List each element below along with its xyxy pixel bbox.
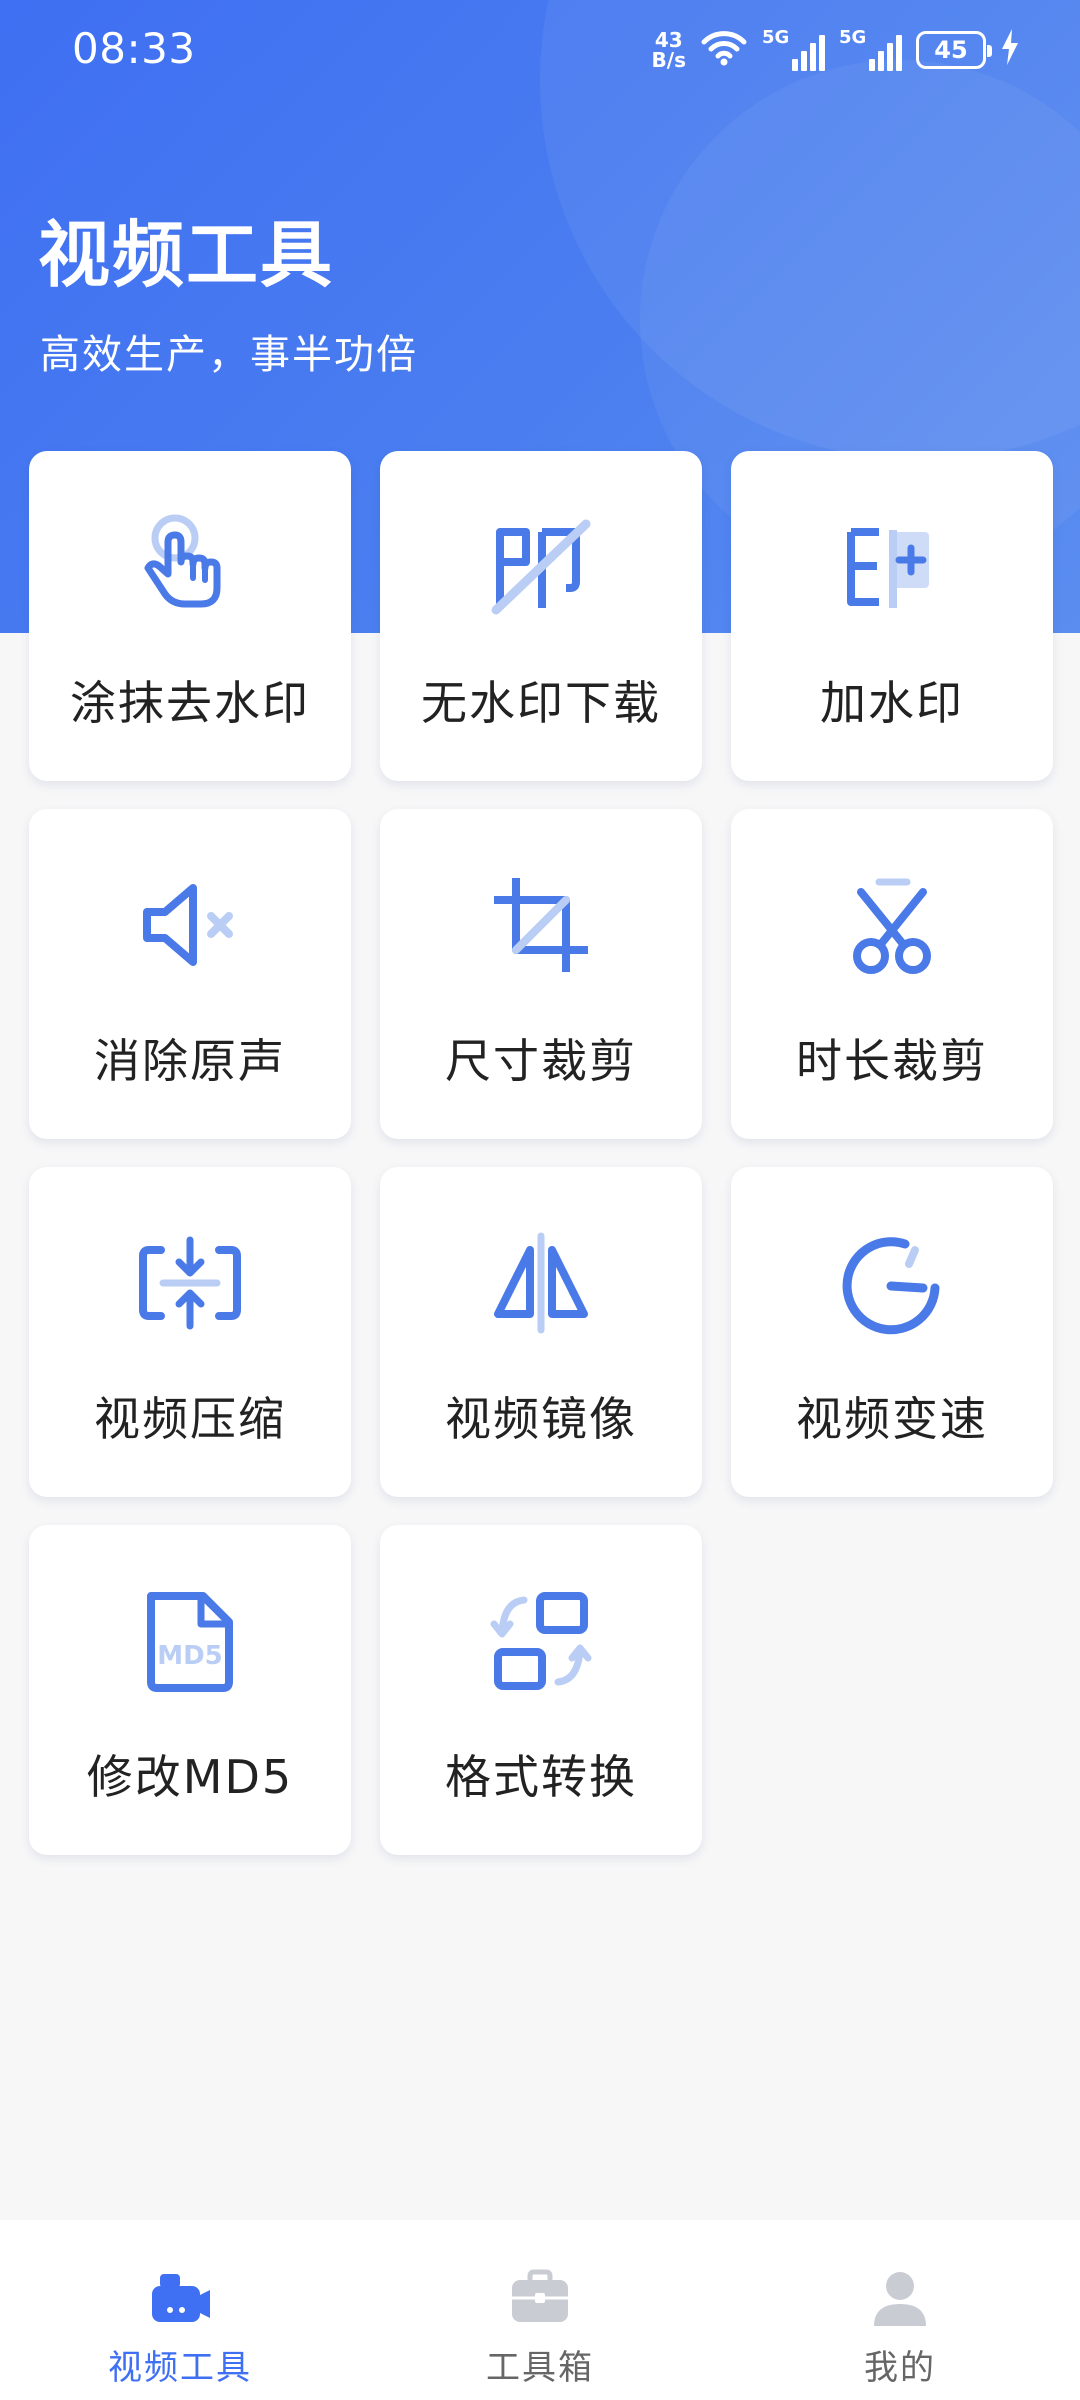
toolbox-icon — [508, 2266, 572, 2330]
tool-card-erase-watermark[interactable]: 涂抹去水印 — [29, 451, 351, 781]
nav-tab-toolbox[interactable]: 工具箱 — [360, 2220, 720, 2400]
charging-icon — [1000, 29, 1020, 71]
tool-label: 视频压缩 — [94, 1392, 286, 1446]
tool-label: 时长裁剪 — [796, 1034, 988, 1088]
compress-icon — [130, 1223, 250, 1343]
tool-label: 涂抹去水印 — [70, 676, 310, 730]
tool-card-add-watermark[interactable]: 加水印 — [731, 451, 1053, 781]
tool-label: 加水印 — [820, 676, 964, 730]
tool-card-video-mirror[interactable]: 视频镜像 — [380, 1167, 702, 1497]
signal-strength-icon: 5G — [762, 27, 825, 71]
tool-card-format-convert[interactable]: 格式转换 — [380, 1525, 702, 1855]
status-icons: 43 B/s 5G 5G 45 — [652, 22, 1020, 78]
page-subtitle: 高效生产，事半功倍 — [40, 332, 418, 378]
tool-label: 视频变速 — [796, 1392, 988, 1446]
tool-card-crop-size[interactable]: 尺寸裁剪 — [380, 809, 702, 1139]
tool-label: 消除原声 — [94, 1034, 286, 1088]
video-camera-icon — [148, 2266, 212, 2330]
speed-gauge-icon — [832, 1223, 952, 1343]
tool-card-modify-md5[interactable]: MD5 修改MD5 — [29, 1525, 351, 1855]
tool-label: 尺寸裁剪 — [445, 1034, 637, 1088]
user-icon — [868, 2266, 932, 2330]
signal-strength-icon: 5G — [839, 27, 902, 71]
format-convert-icon — [481, 1581, 601, 1701]
add-watermark-icon — [832, 507, 952, 627]
crop-icon — [481, 865, 601, 985]
network-speed: 43 B/s — [651, 28, 686, 72]
tool-card-no-watermark-download[interactable]: 无水印下载 — [380, 451, 702, 781]
tool-card-mute-audio[interactable]: 消除原声 — [29, 809, 351, 1139]
battery-icon: 45 — [916, 31, 992, 69]
tap-hand-icon — [130, 507, 250, 627]
tool-card-video-speed[interactable]: 视频变速 — [731, 1167, 1053, 1497]
tool-label: 修改MD5 — [86, 1750, 294, 1804]
nav-label: 视频工具 — [108, 2348, 252, 2388]
mute-icon — [130, 865, 250, 985]
nav-tab-mine[interactable]: 我的 — [720, 2220, 1080, 2400]
nav-label: 工具箱 — [486, 2348, 594, 2388]
tool-label: 视频镜像 — [445, 1392, 637, 1446]
status-time: 08:33 — [72, 24, 196, 73]
nav-tab-video-tools[interactable]: 视频工具 — [0, 2220, 360, 2400]
svg-text:MD5: MD5 — [157, 1641, 223, 1671]
wifi-icon — [700, 28, 748, 72]
scissors-icon — [832, 865, 952, 985]
tool-label: 无水印下载 — [421, 676, 661, 730]
no-watermark-icon — [481, 507, 601, 627]
tool-card-trim-duration[interactable]: 时长裁剪 — [731, 809, 1053, 1139]
tool-card-video-compress[interactable]: 视频压缩 — [29, 1167, 351, 1497]
tool-grid: 涂抹去水印 无水印下载 加水印 消除原声 尺寸裁剪 时长裁剪 视频压缩 视频镜像… — [29, 451, 1054, 1855]
bottom-navigation: 视频工具 工具箱 我的 — [0, 2220, 1080, 2400]
mirror-icon — [481, 1223, 601, 1343]
md5-file-icon: MD5 — [130, 1581, 250, 1701]
tool-label: 格式转换 — [445, 1750, 637, 1804]
page-title: 视频工具 — [38, 213, 335, 297]
status-bar: 08:33 43 B/s 5G 5G 45 — [0, 0, 1080, 100]
nav-label: 我的 — [864, 2348, 936, 2388]
